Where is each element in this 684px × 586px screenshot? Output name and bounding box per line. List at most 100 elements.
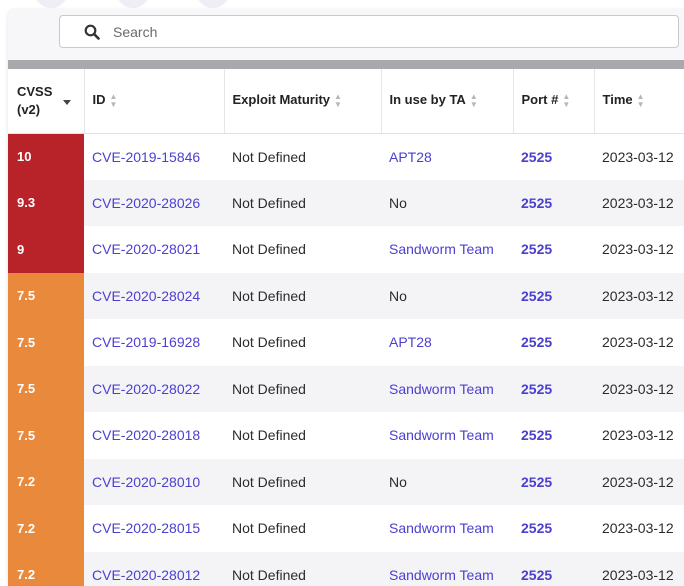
vulnerability-panel: CVSS (v2) ID▲▼ Exploit Maturity▲▼ In use… <box>8 9 684 586</box>
column-header-time[interactable]: Time ▲ ▼ <box>594 69 684 134</box>
threat-actor-cell[interactable]: Sandworm Team <box>381 365 513 412</box>
table-row[interactable]: 7.2 CVE-2020-28015 Not Defined Sandworm … <box>8 505 684 552</box>
cvss-score-cell: 7.2 <box>8 551 84 586</box>
port-link[interactable]: 2525 <box>513 365 594 412</box>
time-cell: 2023-03-12 <box>594 412 684 459</box>
table-row[interactable]: 7.5 CVE-2020-28018 Not Defined Sandworm … <box>8 412 684 459</box>
sort-icon[interactable]: ▲ ▼ <box>110 93 118 109</box>
cve-id-link[interactable]: CVE-2020-28022 <box>84 365 224 412</box>
exploit-maturity-cell: Not Defined <box>224 319 381 366</box>
cvss-score-cell: 10 <box>8 133 84 180</box>
column-header-label: ID <box>92 92 106 108</box>
port-link[interactable]: 2525 <box>513 272 594 319</box>
cve-id-link[interactable]: CVE-2020-28018 <box>84 412 224 459</box>
table-row[interactable]: 7.5 CVE-2020-28022 Not Defined Sandworm … <box>8 365 684 412</box>
cve-id-link[interactable]: CVE-2020-28024 <box>84 272 224 319</box>
table-row[interactable]: 9.3 CVE-2020-28026 Not Defined No 2525 2… <box>8 179 684 226</box>
cvss-score-cell: 9 <box>8 226 84 273</box>
cve-table-container[interactable]: CVSS (v2) ID ▲ ▼ Exploit Maturity ▲ ▼ In use… <box>8 69 684 586</box>
sort-icon[interactable]: ▲ ▼ <box>637 93 645 109</box>
table-header-row: CVSS (v2) ID ▲ ▼ Exploit Maturity ▲ ▼ In use… <box>8 69 684 134</box>
time-cell: 2023-03-12 <box>594 365 684 412</box>
time-cell: 2023-03-12 <box>594 551 684 586</box>
cvss-score-cell: 7.5 <box>8 272 84 319</box>
tab-circle-decoration <box>196 0 230 8</box>
table-body: 10 CVE-2019-15846 Not Defined APT28 2525… <box>8 133 684 586</box>
cve-id-link[interactable]: CVE-2020-28015 <box>84 505 224 552</box>
tab-circle-decoration <box>116 0 150 8</box>
table-row[interactable]: 9 CVE-2020-28021 Not Defined Sandworm Te… <box>8 226 684 273</box>
table-row[interactable]: 7.2 CVE-2020-28010 Not Defined No 2525 2… <box>8 458 684 505</box>
time-cell: 2023-03-12 <box>594 319 684 366</box>
exploit-maturity-cell: Not Defined <box>224 226 381 273</box>
threat-actor-cell[interactable]: No <box>381 458 513 505</box>
tab-circle-decoration <box>34 0 68 8</box>
cvss-score-cell: 7.5 <box>8 319 84 366</box>
cvss-score-cell: 7.2 <box>8 505 84 552</box>
time-cell: 2023-03-12 <box>594 226 684 273</box>
cve-id-link[interactable]: CVE-2019-15846 <box>84 133 224 180</box>
table-top-bar <box>8 60 684 69</box>
column-header-port[interactable]: Port # ▲ ▼ <box>513 69 595 134</box>
column-header-label: CVSS (v2) <box>17 83 53 117</box>
port-link[interactable]: 2525 <box>513 412 594 459</box>
port-link[interactable]: 2525 <box>513 179 594 226</box>
exploit-maturity-cell: Not Defined <box>224 365 381 412</box>
port-link[interactable]: 2525 <box>513 133 594 180</box>
sort-icon[interactable]: ▲ ▼ <box>334 93 342 109</box>
cvss-score-cell: 7.5 <box>8 365 84 412</box>
column-header-in-use-by-ta[interactable]: In use by TA ▲ ▼ <box>381 69 514 134</box>
cve-id-link[interactable]: CVE-2020-28010 <box>84 458 224 505</box>
column-header-label: Time <box>602 92 633 108</box>
threat-actor-cell[interactable]: Sandworm Team <box>381 226 513 273</box>
cve-id-link[interactable]: CVE-2020-28021 <box>84 226 224 273</box>
port-link[interactable]: 2525 <box>513 505 594 552</box>
sort-icon[interactable]: ▲ ▼ <box>562 93 570 109</box>
cvss-score-cell: 9.3 <box>8 179 84 226</box>
search-input[interactable] <box>113 17 633 46</box>
time-cell: 2023-03-12 <box>594 133 684 180</box>
time-cell: 2023-03-12 <box>594 458 684 505</box>
column-header-exploit-maturity[interactable]: Exploit Maturity ▲ ▼ <box>224 69 382 134</box>
table-row[interactable]: 7.5 CVE-2020-28024 Not Defined No 2525 2… <box>8 272 684 319</box>
port-link[interactable]: 2525 <box>513 226 594 273</box>
exploit-maturity-cell: Not Defined <box>224 551 381 586</box>
table-row[interactable]: 7.2 CVE-2020-28012 Not Defined Sandworm … <box>8 551 684 586</box>
cvss-score-cell: 7.2 <box>8 458 84 505</box>
port-link[interactable]: 2525 <box>513 458 594 505</box>
threat-actor-cell[interactable]: Sandworm Team <box>381 412 513 459</box>
exploit-maturity-cell: Not Defined <box>224 133 381 180</box>
column-header-label: Exploit Maturity <box>232 92 331 108</box>
cvss-score-cell: 7.5 <box>8 412 84 459</box>
cve-table: CVSS (v2) ID ▲ ▼ Exploit Maturity ▲ ▼ In use… <box>8 69 684 586</box>
exploit-maturity-cell: Not Defined <box>224 272 381 319</box>
exploit-maturity-cell: Not Defined <box>224 458 381 505</box>
threat-actor-cell[interactable]: APT28 <box>381 319 513 366</box>
search-row <box>8 9 684 60</box>
table-row[interactable]: 10 CVE-2019-15846 Not Defined APT28 2525… <box>8 133 684 180</box>
sort-desc-icon[interactable] <box>63 100 71 106</box>
sort-icon[interactable]: ▲ ▼ <box>470 93 478 109</box>
column-header-id[interactable]: ID ▲ ▼ <box>84 69 225 134</box>
column-header-label: In use by TA <box>389 92 466 108</box>
cve-id-link[interactable]: CVE-2019-16928 <box>84 319 224 366</box>
search-box[interactable] <box>59 15 679 48</box>
port-link[interactable]: 2525 <box>513 551 594 586</box>
cve-id-link[interactable]: CVE-2020-28026 <box>84 179 224 226</box>
exploit-maturity-cell: Not Defined <box>224 179 381 226</box>
port-link[interactable]: 2525 <box>513 319 594 366</box>
threat-actor-cell[interactable]: Sandworm Team <box>381 505 513 552</box>
exploit-maturity-cell: Not Defined <box>224 505 381 552</box>
exploit-maturity-cell: Not Defined <box>224 412 381 459</box>
threat-actor-cell[interactable]: Sandworm Team <box>381 551 513 586</box>
page: CVSS (v2) ID▲▼ Exploit Maturity▲▼ In use… <box>0 0 684 586</box>
threat-actor-cell[interactable]: APT28 <box>381 133 513 180</box>
time-cell: 2023-03-12 <box>594 505 684 552</box>
cve-id-link[interactable]: CVE-2020-28012 <box>84 551 224 586</box>
threat-actor-cell[interactable]: No <box>381 179 513 226</box>
column-header-cvss[interactable]: CVSS (v2) <box>8 69 85 134</box>
threat-actor-cell[interactable]: No <box>381 272 513 319</box>
table-row[interactable]: 7.5 CVE-2019-16928 Not Defined APT28 252… <box>8 319 684 366</box>
time-cell: 2023-03-12 <box>594 179 684 226</box>
column-header-label: Port # <box>521 92 559 108</box>
